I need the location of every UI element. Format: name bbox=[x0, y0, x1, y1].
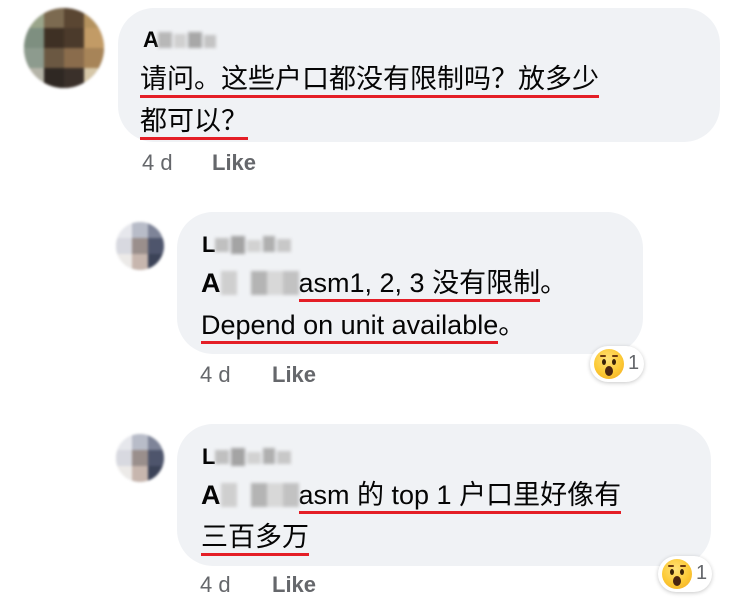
redacted-mention bbox=[220, 483, 299, 507]
comment-bubble: L Aasm 的 top 1 户口里好像有 三百多万 bbox=[177, 424, 711, 566]
redacted-name bbox=[158, 30, 218, 50]
comment-bubble: L Aasm1, 2, 3 没有限制。 Depend on unit avail… bbox=[177, 212, 643, 354]
like-button[interactable]: Like bbox=[272, 362, 316, 388]
message-punctuation: 。 bbox=[498, 310, 526, 340]
author-name[interactable]: L bbox=[202, 444, 215, 470]
wow-emoji-icon bbox=[594, 349, 624, 379]
redacted-mention bbox=[220, 271, 299, 295]
timestamp[interactable]: 4 d bbox=[142, 150, 173, 176]
comment-message: Aasm 的 top 1 户口里好像有 三百多万 bbox=[201, 474, 622, 558]
reaction-badge[interactable]: 1 bbox=[590, 346, 644, 382]
message-text: 请问。这些户口都没有限制吗？放多少 bbox=[140, 64, 599, 98]
redacted-name bbox=[215, 234, 295, 256]
message-punctuation: 。 bbox=[540, 268, 568, 298]
message-text: 都可以？ bbox=[140, 106, 248, 140]
comment-meta: 4 d Like bbox=[200, 362, 400, 390]
author-name[interactable]: L bbox=[202, 232, 215, 258]
comment-message: Aasm1, 2, 3 没有限制。 Depend on unit availab… bbox=[201, 262, 567, 346]
reaction-count: 1 bbox=[628, 352, 640, 374]
mention-initial: A bbox=[201, 268, 221, 298]
wow-emoji-icon bbox=[662, 559, 692, 589]
message-text: asm1, 2, 3 没有限制 bbox=[298, 268, 541, 302]
avatar[interactable] bbox=[24, 8, 104, 88]
like-button[interactable]: Like bbox=[212, 150, 256, 176]
timestamp[interactable]: 4 d bbox=[200, 572, 231, 598]
comment-message: 请问。这些户口都没有限制吗？放多少 都可以？ bbox=[140, 58, 599, 142]
author-name[interactable]: A bbox=[143, 27, 159, 53]
reaction-count: 1 bbox=[696, 562, 708, 584]
timestamp[interactable]: 4 d bbox=[200, 362, 231, 388]
like-button[interactable]: Like bbox=[272, 572, 316, 598]
avatar[interactable] bbox=[116, 222, 164, 270]
mention-initial: A bbox=[201, 480, 221, 510]
comment-meta: 4 d Like bbox=[200, 572, 400, 600]
avatar[interactable] bbox=[116, 434, 164, 482]
message-text: Depend on unit available bbox=[201, 310, 499, 344]
mention-tag[interactable]: A bbox=[201, 480, 299, 510]
comment-bubble: A 请问。这些户口都没有限制吗？放多少 都可以？ bbox=[118, 8, 720, 142]
redacted-name bbox=[215, 446, 295, 468]
message-text: asm 的 top 1 户口里好像有 bbox=[298, 480, 622, 514]
mention-tag[interactable]: A bbox=[201, 268, 299, 298]
message-text: 三百多万 bbox=[201, 522, 309, 556]
reaction-badge[interactable]: 1 bbox=[658, 556, 712, 592]
comment-meta: 4 d Like bbox=[142, 150, 342, 178]
